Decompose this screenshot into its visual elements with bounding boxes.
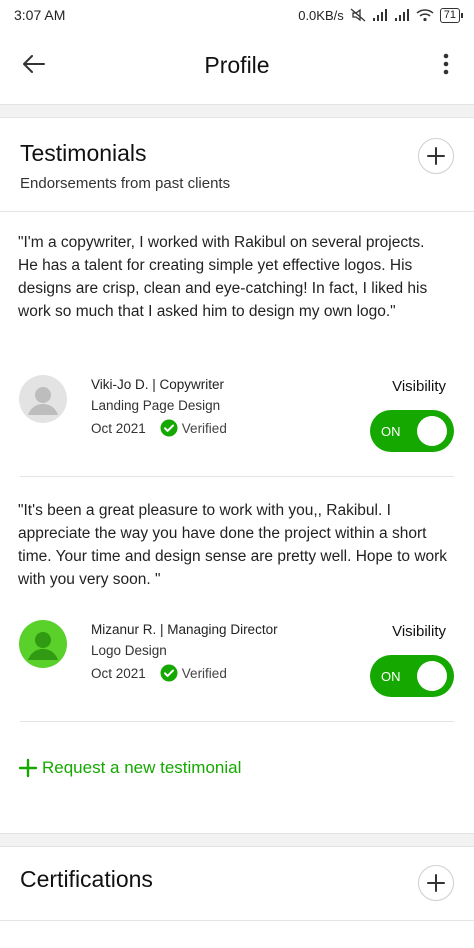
testimonials-subtitle: Endorsements from past clients [20,175,231,192]
add-certification-button[interactable] [418,865,454,901]
avatar [19,375,67,423]
testimonial-quote: "It's been a great pleasure to work with… [18,502,448,588]
client-name: Viki-Jo D. | Copywriter [91,377,225,392]
verified-badge: Verified [160,419,227,437]
mute-icon [350,8,366,22]
divider [0,920,474,921]
certifications-title: Certifications [20,866,153,892]
visibility-toggle[interactable]: ON [370,655,454,697]
divider [20,476,454,477]
verified-badge: Verified [160,664,227,682]
client-name: Mizanur R. | Managing Director [91,622,278,637]
check-circle-icon [160,419,178,437]
project-name: Landing Page Design [91,398,221,413]
battery-icon: 71 [439,7,464,23]
verified-label: Verified [181,665,227,681]
wifi-icon [416,8,434,22]
plus-icon [18,758,38,778]
user-placeholder-icon [28,387,58,415]
testimonial-quote: "I'm a copywriter, I worked with Rakibul… [18,234,428,320]
toggle-knob [417,416,447,446]
user-placeholder-icon [28,632,58,660]
request-testimonial-link[interactable]: Request a new testimonial [18,758,241,778]
status-icons: 0.0KB/s 71 [298,7,464,23]
section-separator [0,833,474,847]
add-testimonial-button[interactable] [418,138,454,174]
avatar [19,620,67,668]
testimonial-meta: Viki-Jo D. | Copywriter Landing Page Des… [91,377,227,437]
app-bar: Profile [0,30,474,100]
status-bar: 3:07 AM 0.0KB/s 71 [0,0,474,30]
check-circle-icon [160,664,178,682]
plus-icon [427,874,445,892]
net-speed: 0.0KB/s [298,7,344,23]
signal-icon-2 [394,8,410,22]
status-time: 3:07 AM [14,7,66,23]
divider [20,721,454,722]
toggle-state-label: ON [381,668,401,684]
signal-icon-1 [372,8,388,22]
more-options-icon[interactable] [436,49,456,79]
visibility-label: Visibility [392,378,446,395]
verified-label: Verified [181,420,227,436]
testimonials-title: Testimonials [20,140,147,166]
testimonial-meta: Mizanur R. | Managing Director Logo Desi… [91,622,278,682]
page-title: Profile [204,51,270,78]
visibility-label: Visibility [392,623,446,640]
back-arrow-icon[interactable] [20,50,48,78]
request-testimonial-label: Request a new testimonial [42,758,242,777]
toggle-knob [417,661,447,691]
section-separator [0,104,474,118]
testimonial-date: Oct 2021 [91,665,146,681]
testimonials-header: Testimonials Endorsements from past clie… [20,140,230,192]
visibility-toggle[interactable]: ON [370,410,454,452]
divider [0,211,474,212]
project-name: Logo Design [91,643,167,658]
plus-icon [427,147,445,165]
certifications-header: Certifications [20,866,153,893]
toggle-state-label: ON [381,423,401,439]
testimonial-date: Oct 2021 [91,420,146,436]
